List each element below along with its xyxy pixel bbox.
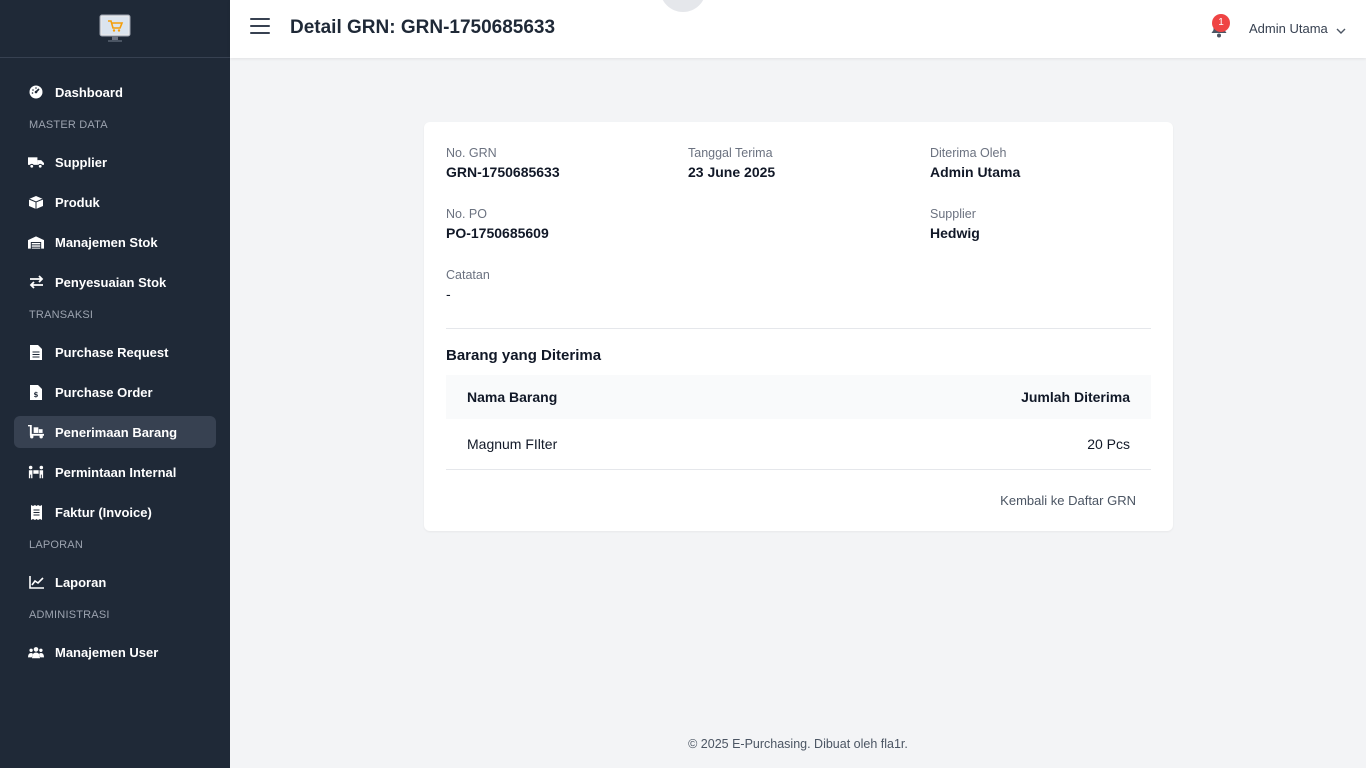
- sidebar-item-label: Laporan: [55, 574, 107, 590]
- sidebar-item-label: Supplier: [55, 154, 108, 170]
- sidebar-item-label: Penyesuaian Stok: [55, 274, 167, 290]
- field-diterima-oleh: Diterima Oleh Admin Utama: [930, 146, 1020, 180]
- app-logo-icon[interactable]: [99, 14, 131, 44]
- field-value: Hedwig: [930, 225, 980, 241]
- sidebar-item-penerimaan-barang[interactable]: Penerimaan Barang: [14, 416, 216, 448]
- nav-section-master-data: MASTER DATA: [29, 119, 108, 131]
- box-icon: [28, 194, 44, 210]
- column-header-jumlah-diterima: Jumlah Diterima: [1021, 389, 1130, 405]
- field-catatan: Catatan -: [446, 268, 490, 302]
- field-value: -: [446, 286, 451, 302]
- sidebar-item-purchase-request[interactable]: Purchase Request: [14, 336, 216, 368]
- field-no-po: No. PO PO-1750685609: [446, 207, 549, 241]
- warehouse-icon: [28, 234, 44, 250]
- field-value: 23 June 2025: [688, 164, 776, 180]
- sidebar-item-manajemen-user[interactable]: Manajemen User: [14, 636, 216, 668]
- table-row: Magnum FIlter 20 Pcs: [446, 419, 1151, 470]
- exchange-icon: [28, 274, 44, 290]
- truck-icon: [28, 154, 44, 170]
- chart-line-icon: [28, 574, 44, 590]
- sidebar-item-dashboard[interactable]: Dashboard: [14, 76, 216, 108]
- sidebar-item-manajemen-stok[interactable]: Manajemen Stok: [14, 226, 216, 258]
- sidebar-nav: Dashboard MASTER DATA Supplier Produk Ma…: [0, 58, 230, 668]
- cell-item-qty: 20 Pcs: [1087, 436, 1130, 452]
- sidebar-item-label: Purchase Order: [55, 384, 153, 400]
- field-value: Admin Utama: [930, 164, 1021, 180]
- user-name: Admin Utama: [1249, 21, 1328, 36]
- table-header-row: Nama Barang Jumlah Diterima: [446, 375, 1151, 419]
- sidebar: Dashboard MASTER DATA Supplier Produk Ma…: [0, 0, 230, 768]
- nav-section-administrasi: ADMINISTRASI: [29, 609, 110, 621]
- sidebar-item-label: Penerimaan Barang: [55, 424, 178, 440]
- sidebar-item-label: Produk: [55, 194, 100, 210]
- file-icon: [28, 344, 44, 360]
- sidebar-item-purchase-order[interactable]: $ Purchase Order: [14, 376, 216, 408]
- nav-section-transaksi: TRANSAKSI: [29, 309, 94, 321]
- column-header-nama-barang: Nama Barang: [467, 389, 558, 405]
- field-label: No. GRN: [446, 146, 497, 160]
- hamburger-menu-icon[interactable]: [250, 18, 270, 36]
- people-carry-icon: [28, 464, 44, 480]
- sidebar-item-label: Faktur (Invoice): [55, 504, 152, 520]
- users-icon: [28, 644, 44, 660]
- field-tanggal-terima: Tanggal Terima 23 June 2025: [688, 146, 775, 180]
- cell-item-name: Magnum FIlter: [467, 436, 558, 452]
- sidebar-item-label: Manajemen Stok: [55, 234, 158, 250]
- field-value: GRN-1750685633: [446, 164, 560, 180]
- dolly-icon: [28, 424, 44, 440]
- received-items-table: Nama Barang Jumlah Diterima Magnum FIlte…: [446, 375, 1151, 470]
- sidebar-item-label: Permintaan Internal: [55, 464, 177, 480]
- field-no-grn: No. GRN GRN-1750685633: [446, 146, 560, 180]
- field-value: PO-1750685609: [446, 225, 549, 241]
- sidebar-item-faktur[interactable]: Faktur (Invoice): [14, 496, 216, 528]
- file-invoice-icon: $: [28, 384, 44, 400]
- page-footer: © 2025 E-Purchasing. Dibuat oleh fla1r.: [688, 737, 908, 751]
- sidebar-item-supplier[interactable]: Supplier: [14, 146, 216, 178]
- field-label: Diterima Oleh: [930, 146, 1007, 160]
- header-decorative-circle: [660, 0, 706, 12]
- sidebar-item-label: Purchase Request: [55, 344, 169, 360]
- grn-detail-card: No. GRN GRN-1750685633 Tanggal Terima 23…: [424, 122, 1173, 531]
- items-section-title: Barang yang Diterima: [446, 347, 602, 364]
- chevron-down-icon: [1336, 24, 1346, 34]
- dashboard-icon: [28, 84, 44, 100]
- field-label: Supplier: [930, 207, 976, 221]
- field-label: Tanggal Terima: [688, 146, 773, 160]
- sidebar-item-label: Dashboard: [55, 84, 123, 100]
- sidebar-item-produk[interactable]: Produk: [14, 186, 216, 218]
- back-to-grn-list-link[interactable]: Kembali ke Daftar GRN: [1000, 493, 1136, 508]
- sidebar-item-label: Manajemen User: [55, 644, 159, 660]
- sidebar-item-laporan[interactable]: Laporan: [14, 566, 216, 598]
- sidebar-logo-area: [0, 0, 230, 58]
- receipt-icon: [28, 504, 44, 520]
- svg-text:$: $: [34, 391, 39, 399]
- notification-badge: 1: [1212, 14, 1230, 32]
- section-divider: [446, 328, 1151, 329]
- user-menu-dropdown[interactable]: Admin Utama: [1249, 21, 1346, 36]
- field-label: No. PO: [446, 207, 487, 221]
- sidebar-item-permintaan-internal[interactable]: Permintaan Internal: [14, 456, 216, 488]
- sidebar-item-penyesuaian-stok[interactable]: Penyesuaian Stok: [14, 266, 216, 298]
- nav-section-laporan: LAPORAN: [29, 539, 83, 551]
- field-label: Catatan: [446, 268, 490, 282]
- page-title: Detail GRN: GRN-1750685633: [290, 17, 556, 38]
- top-header: Detail GRN: GRN-1750685633 1 Admin Utama: [230, 0, 1366, 58]
- field-supplier: Supplier Hedwig: [930, 207, 980, 241]
